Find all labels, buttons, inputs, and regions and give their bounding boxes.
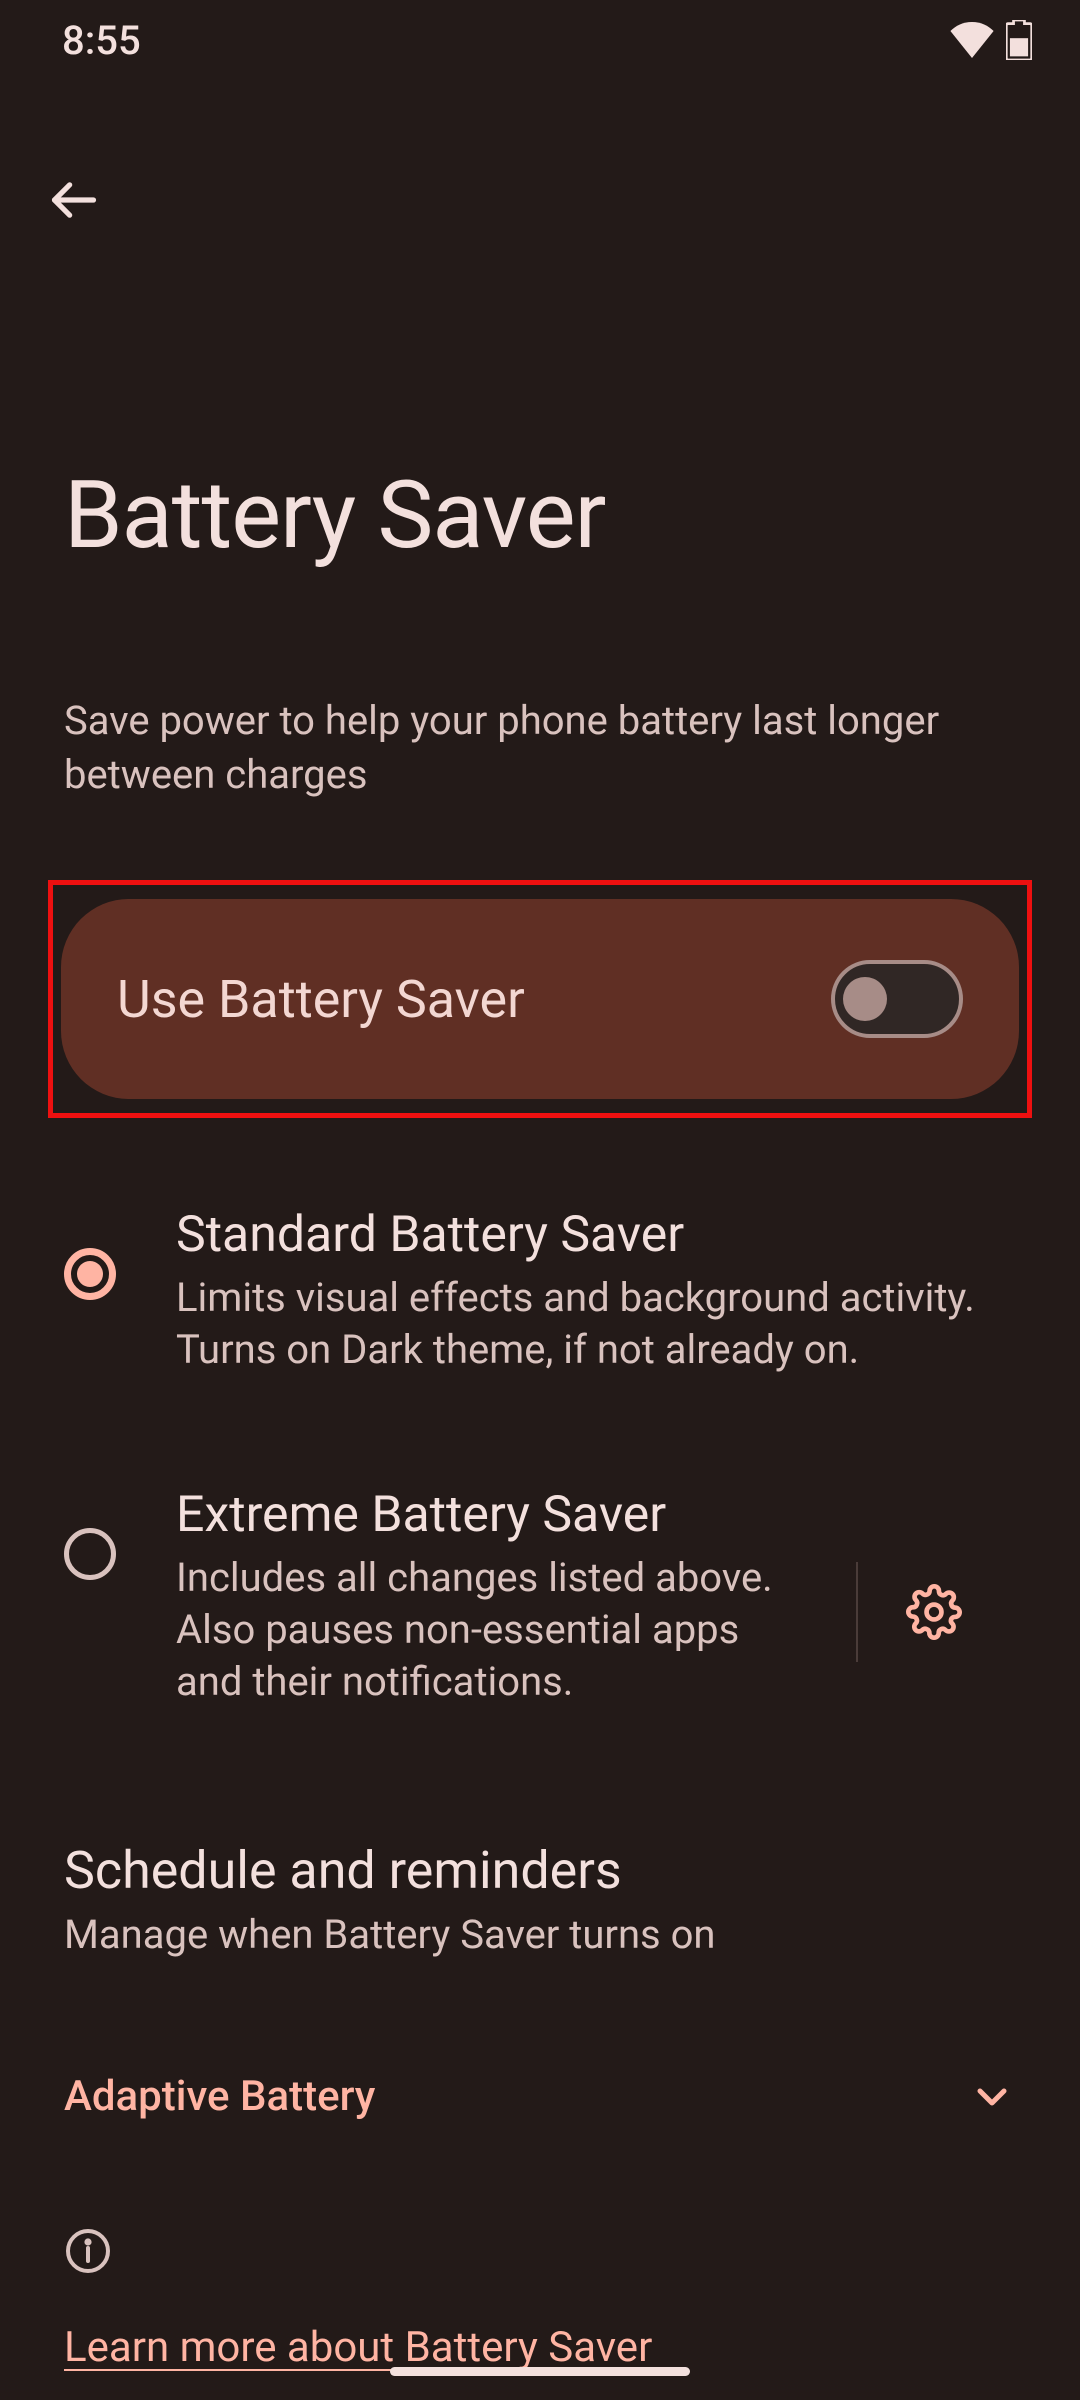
status-icons xyxy=(950,20,1032,60)
status-time: 8:55 xyxy=(62,17,141,64)
radio-unselected-icon[interactable] xyxy=(64,1528,116,1580)
adaptive-battery-expander[interactable]: Adaptive Battery xyxy=(0,1958,1080,2121)
option-desc: Includes all changes listed above. Also … xyxy=(176,1552,796,1708)
wifi-icon xyxy=(950,22,994,58)
page-title: Battery Saver xyxy=(64,460,1016,570)
chevron-down-icon xyxy=(968,2073,1016,2121)
status-bar: 8:55 xyxy=(0,0,1080,80)
schedule-and-reminders[interactable]: Schedule and reminders Manage when Batte… xyxy=(0,1708,1080,1958)
divider xyxy=(856,1562,858,1662)
option-standard-battery-saver[interactable]: Standard Battery Saver Limits visual eff… xyxy=(0,1206,1080,1376)
highlight-box: Use Battery Saver xyxy=(48,880,1032,1118)
radio-selected-icon[interactable] xyxy=(64,1248,116,1300)
nav-handle[interactable] xyxy=(390,2367,690,2376)
expander-label: Adaptive Battery xyxy=(64,2072,375,2121)
option-title: Extreme Battery Saver xyxy=(176,1486,796,1544)
switch-off[interactable] xyxy=(831,960,963,1038)
gear-icon[interactable] xyxy=(906,1584,962,1640)
option-desc: Limits visual effects and background act… xyxy=(176,1272,1016,1376)
battery-icon xyxy=(1006,20,1032,60)
option-extreme-battery-saver[interactable]: Extreme Battery Saver Includes all chang… xyxy=(0,1486,1080,1708)
back-arrow-icon[interactable] xyxy=(48,174,100,226)
page-subtitle: Save power to help your phone battery la… xyxy=(0,570,1080,802)
info-icon xyxy=(64,2227,112,2275)
option-title: Standard Battery Saver xyxy=(176,1206,1016,1264)
schedule-title: Schedule and reminders xyxy=(64,1840,1016,1901)
switch-thumb xyxy=(843,977,887,1021)
use-battery-saver-toggle[interactable]: Use Battery Saver xyxy=(61,899,1019,1099)
learn-more-link[interactable]: Learn more about Battery Saver xyxy=(64,2323,652,2372)
schedule-desc: Manage when Battery Saver turns on xyxy=(64,1911,1016,1958)
toggle-label: Use Battery Saver xyxy=(117,969,525,1030)
